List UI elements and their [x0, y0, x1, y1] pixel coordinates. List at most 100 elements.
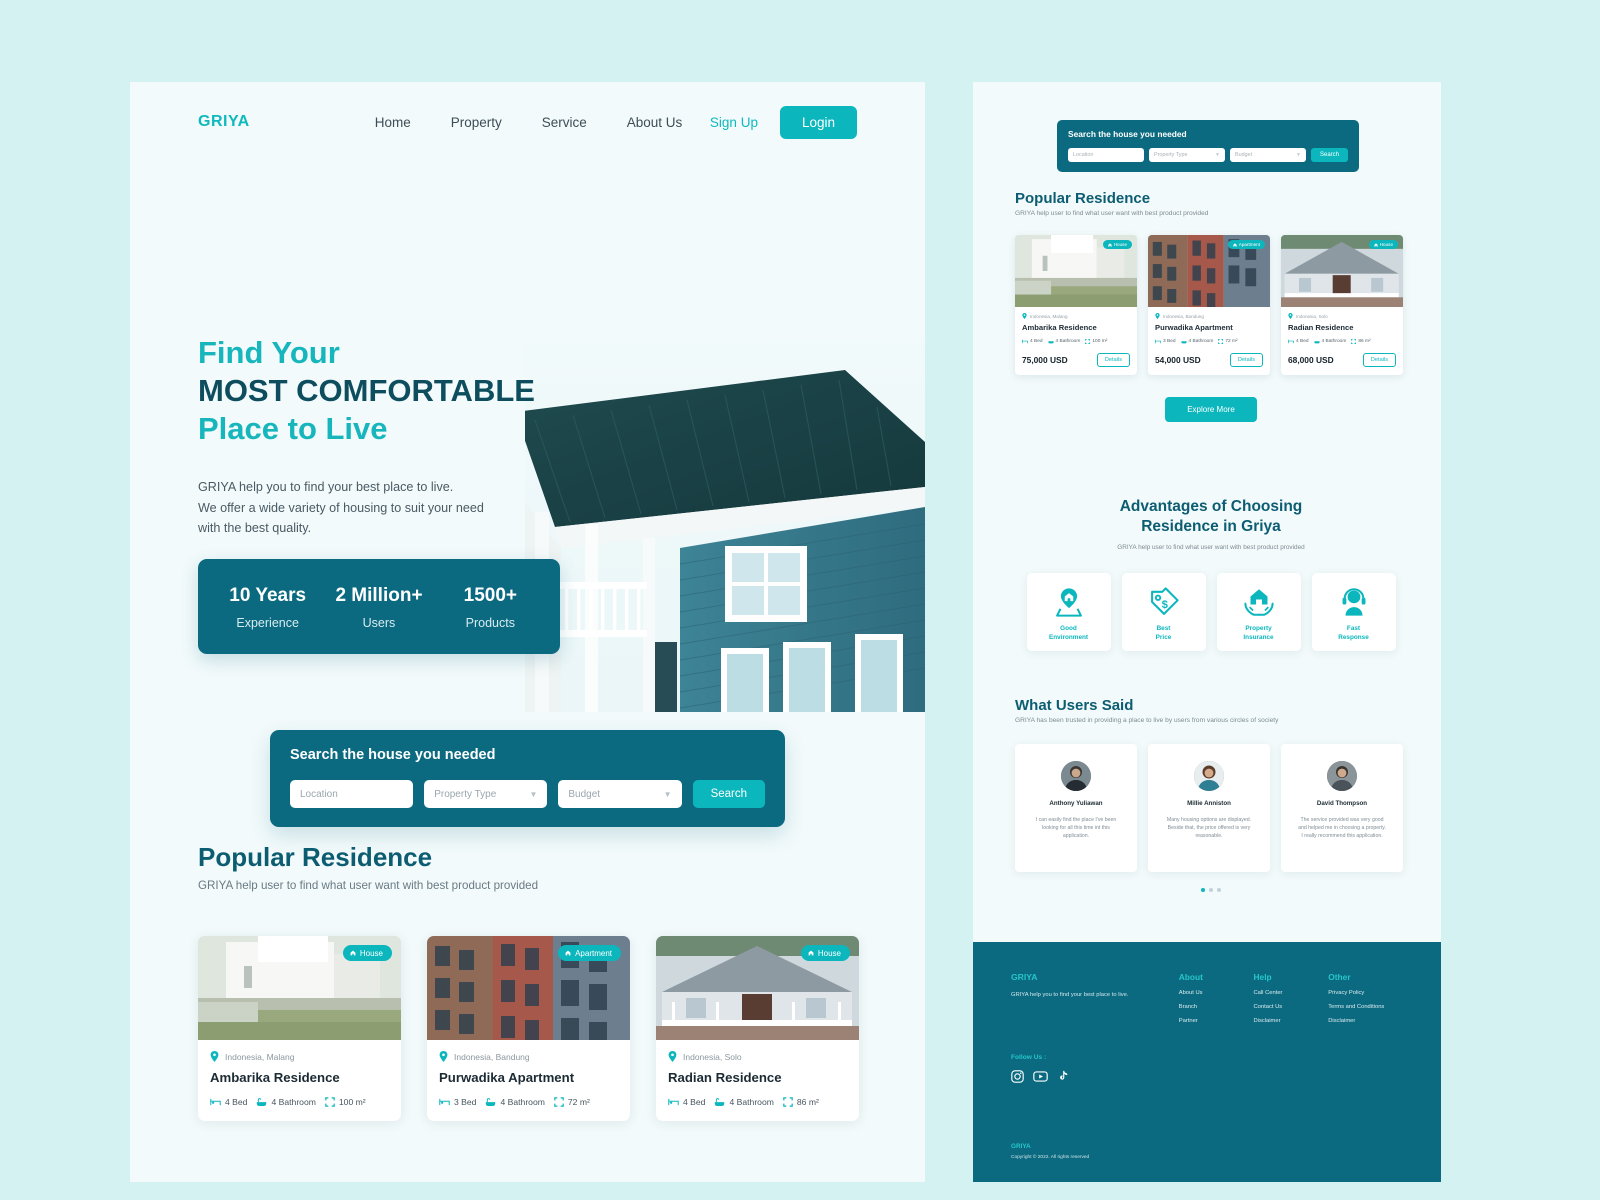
feature-area: 100 m²	[325, 1097, 366, 1107]
headset-support-icon	[1342, 588, 1365, 616]
search-button[interactable]: Search	[1311, 148, 1349, 162]
property-card[interactable]: House Indonesia, Solo Radian Residence 4…	[1281, 235, 1403, 375]
advantage-card-property-insurance[interactable]: Property Insurance	[1216, 572, 1301, 651]
feature-bed-text: 4 Bed	[1030, 339, 1043, 344]
location-input[interactable]: Location	[290, 780, 414, 808]
tiktok-icon[interactable]	[1057, 1070, 1069, 1088]
footer-link-contact-us[interactable]: Contact Us	[1253, 1004, 1328, 1010]
property-location: Indonesia, Malang	[1022, 313, 1130, 319]
property-card[interactable]: House Indonesia, Malang Ambarika Residen…	[198, 936, 401, 1121]
property-type-select[interactable]: Property Type ▼	[1149, 148, 1225, 162]
sign-up-link[interactable]: Sign Up	[710, 115, 758, 130]
advantage-label: Property Insurance	[1243, 625, 1274, 641]
testimonials-title: What Users Said	[1015, 697, 1134, 714]
nav-item-property[interactable]: Property	[451, 115, 502, 130]
property-location: Indonesia, Solo	[1288, 313, 1396, 319]
property-card[interactable]: Apartment Indonesia, Bandung Purwadika A…	[427, 936, 630, 1121]
footer-columns: GRIYA GRIYA help you to find your best p…	[1011, 972, 1403, 1024]
area-expand-icon	[1351, 339, 1357, 344]
advantage-card-fast-response[interactable]: Fast Response	[1311, 572, 1396, 651]
feature-bathroom: 4 Bathroom	[485, 1097, 545, 1107]
property-type-value: Property Type	[1154, 152, 1188, 158]
bed-icon	[1288, 339, 1294, 344]
feature-bed-text: 4 Bed	[683, 1097, 706, 1107]
footer-link-call-center[interactable]: Call Center	[1253, 990, 1328, 996]
testimonial-card: Anthony Yuliawan I can easily find the p…	[1015, 744, 1137, 872]
footer-link-partner[interactable]: Partner	[1179, 1018, 1254, 1024]
explore-more-button[interactable]: Explore More	[1165, 397, 1257, 422]
budget-select[interactable]: Budget ▼	[558, 780, 682, 808]
budget-select[interactable]: Budget ▼	[1230, 148, 1306, 162]
footer-link-terms-and-conditions[interactable]: Terms and Conditions	[1328, 1004, 1403, 1010]
stat-label: Experience	[236, 616, 299, 630]
property-type-select[interactable]: Property Type ▼	[424, 780, 548, 808]
logo[interactable]: GRIYA	[198, 113, 250, 131]
location-pin-icon	[439, 1051, 448, 1062]
feature-bathroom-text: 4 Bathroom	[1188, 339, 1214, 344]
property-photo: House	[656, 936, 859, 1040]
property-location-text: Indonesia, Bandung	[1163, 313, 1204, 319]
nav-item-service[interactable]: Service	[542, 115, 587, 130]
location-pin-icon	[1022, 313, 1027, 319]
hero-title-line-2: MOST COMFORTABLE	[198, 372, 535, 408]
badge-label: House	[359, 948, 383, 958]
footer-bottom: GRIYA Copyright © 2022. All rights reser…	[1011, 1143, 1089, 1160]
property-card[interactable]: Apartment Indonesia, Bandung Purwadika A…	[1148, 235, 1270, 375]
footer-link-disclaimer[interactable]: Disclaimer	[1253, 1018, 1328, 1024]
stat-value: 2 Million+	[335, 585, 423, 606]
property-name: Ambarika Residence	[210, 1070, 340, 1085]
feature-bed-text: 3 Bed	[1163, 339, 1176, 344]
hands-home-icon	[1243, 589, 1274, 616]
nav-item-home[interactable]: Home	[375, 115, 411, 130]
footer-link-branch[interactable]: Branch	[1179, 1004, 1254, 1010]
header-actions: Sign Up Login	[710, 105, 857, 139]
testimonial-author: Millie Anniston	[1187, 800, 1231, 807]
home-icon	[808, 950, 814, 956]
feature-bathroom-text: 4 Bathroom	[500, 1097, 545, 1107]
bed-icon	[439, 1098, 450, 1106]
carousel-dot-2[interactable]	[1209, 888, 1213, 892]
search-button[interactable]: Search	[692, 780, 765, 808]
carousel-dot-3[interactable]	[1217, 888, 1221, 892]
details-button[interactable]: Details	[1362, 353, 1396, 367]
property-name: Radian Residence	[668, 1070, 782, 1085]
footer-link-privacy-policy[interactable]: Privacy Policy	[1328, 990, 1403, 996]
feature-bed-text: 3 Bed	[454, 1097, 477, 1107]
location-input[interactable]: Location	[1068, 148, 1144, 162]
feature-area: 86 m²	[1351, 339, 1371, 344]
property-card[interactable]: House Indonesia, Malang Ambarika Residen…	[1015, 235, 1137, 375]
property-card[interactable]: House Indonesia, Solo Radian Residence 4…	[656, 936, 859, 1121]
login-button[interactable]: Login	[779, 105, 857, 139]
details-button[interactable]: Details	[1229, 353, 1263, 367]
testimonial-cards: Anthony Yuliawan I can easily find the p…	[1015, 744, 1407, 872]
advantage-card-best-price[interactable]: $ Best Price	[1121, 572, 1206, 651]
feature-bed: 4 Bed	[1022, 339, 1043, 344]
footer-brand: GRIYA GRIYA help you to find your best p…	[1011, 972, 1179, 1024]
advantage-label: Good Environment	[1048, 625, 1089, 641]
home-icon	[1233, 242, 1237, 247]
nav-item-about-us[interactable]: About Us	[627, 115, 683, 130]
bed-icon	[668, 1098, 679, 1106]
property-location-text: Indonesia, Bandung	[454, 1051, 530, 1062]
advantages-cards: Good Environment $ Best Price Property I…	[1015, 572, 1407, 651]
property-location: Indonesia, Malang	[210, 1051, 389, 1062]
footer-link-about-us[interactable]: About Us	[1179, 990, 1254, 996]
hero-section: Find Your MOST COMFORTABLE Place to Live…	[130, 144, 925, 734]
feature-bed: 3 Bed	[1155, 339, 1176, 344]
stat-value: 1500+	[463, 585, 517, 606]
chevron-down-icon: ▼	[1296, 152, 1301, 158]
details-button[interactable]: Details	[1096, 353, 1130, 367]
footer-description: GRIYA help you to find your best place t…	[1011, 992, 1129, 998]
footer-link-disclaimer[interactable]: Disclaimer	[1328, 1018, 1403, 1024]
property-info: Indonesia, Solo Radian Residence 4 Bed 4…	[1281, 307, 1403, 375]
carousel-dot-1[interactable]	[1201, 888, 1205, 892]
badge-label: House	[1113, 242, 1127, 247]
chevron-down-icon: ▼	[663, 789, 672, 799]
instagram-icon[interactable]	[1011, 1070, 1024, 1088]
bathtub-icon	[257, 1097, 267, 1106]
property-features: 3 Bed 4 Bathroom 72 m²	[1155, 339, 1263, 344]
youtube-icon[interactable]	[1033, 1070, 1048, 1088]
area-expand-icon	[1085, 339, 1091, 344]
advantage-card-good-environment[interactable]: Good Environment	[1026, 572, 1111, 651]
carousel-dots[interactable]	[1015, 888, 1407, 892]
